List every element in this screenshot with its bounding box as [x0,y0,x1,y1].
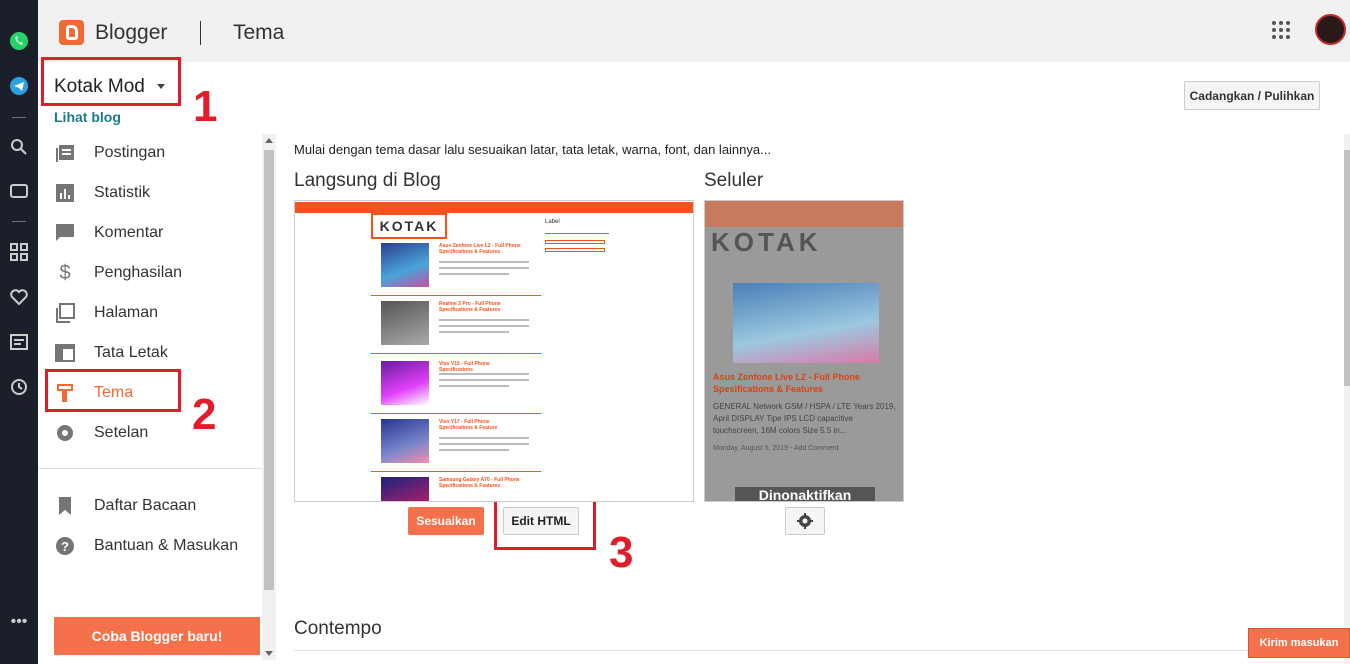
mobile-disabled-overlay: Dinonaktifkan [735,487,875,501]
sidebar-item-theme[interactable]: Tema [54,378,254,408]
preview-post-title: Realme 3 Pro - Full Phone Specifications… [439,301,501,313]
preview-post: Asus Zenfone Live L2 - Full Phone Specif… [371,243,541,299]
sidebar-item-label: Penghasilan [94,264,183,281]
sidebar-item-stats[interactable]: Statistik [54,178,254,208]
sidebar-item-label: Tata Letak [94,344,168,361]
mobile-preview-meta: Monday, August 5, 2019 - Add Comment [713,445,839,452]
preview-post: Vivo Y17 - Full Phone Specifications & F… [371,419,541,475]
blogger-logo-icon[interactable] [59,20,84,45]
search-icon[interactable] [8,136,30,158]
scroll-down-icon[interactable] [265,651,273,656]
theme-intro-text: Mulai dengan tema dasar lalu sesuaikan l… [294,142,771,157]
preview-sidebar: Label [545,219,609,273]
annotation-number-3: 3 [609,528,634,577]
bookmark-icon [54,495,76,517]
gear-icon [797,513,813,529]
browser-sidebar: ••• [0,0,38,664]
sidebar-item-label: Komentar [94,224,164,241]
preview-logo: KOTAK [371,213,447,239]
layout-icon [54,342,76,364]
preview-post: Samsung Galaxy A70 - Full Phone Specific… [371,477,541,501]
posts-icon [54,142,76,164]
sidebar-item-help[interactable]: ? Bantuan & Masukan [54,531,254,561]
mobile-preview-title: Asus Zenfone Live L2 - Full Phone Spesif… [713,372,861,394]
header-divider [200,21,201,45]
help-icon: ? [54,535,76,557]
try-new-blogger-button[interactable]: Coba Blogger baru! [54,617,260,655]
news-icon[interactable] [8,331,30,353]
preview-post-title: Vivo V15 - Full Phone Specifications [439,361,490,373]
mobile-theme-preview[interactable]: KOTAK Asus Zenfone Live L2 - Full Phone … [704,200,904,502]
sidebar-item-layout[interactable]: Tata Letak [54,338,254,368]
sidebar-scrollbar[interactable] [262,134,276,660]
preview-post-title: Samsung Galaxy A70 - Full Phone Specific… [439,477,520,489]
preview-header-bar [295,202,693,213]
sidebar-item-label: Setelan [94,424,149,441]
view-blog-link[interactable]: Lihat blog [54,109,121,125]
mobile-preview-header [705,201,903,227]
main-scrollbar[interactable] [1344,134,1350,664]
dollar-icon: $ [59,261,71,284]
theme-icon [54,382,76,404]
wallet-icon[interactable] [8,180,30,202]
sidebar-item-settings[interactable]: Setelan [54,418,254,448]
sidebar-item-label: Postingan [94,144,166,161]
pages-icon [54,302,76,324]
sidebar-item-label: Daftar Bacaan [94,497,197,514]
whatsapp-icon[interactable] [8,30,30,52]
mobile-preview-image [733,283,879,363]
brand-name[interactable]: Blogger [95,21,167,45]
rail-divider [12,221,26,222]
comment-icon [54,222,76,244]
annotation-box-1 [41,57,181,106]
sidebar-item-reading-list[interactable]: Daftar Bacaan [54,491,254,521]
sidebar-item-label: Tema [94,384,134,401]
sidebar-item-posts[interactable]: Postingan [54,138,254,168]
sidebar-divider [38,468,262,469]
rail-divider [12,117,26,118]
sidebar-item-label: Halaman [94,304,159,321]
scroll-up-icon[interactable] [265,138,273,143]
edit-html-button[interactable]: Edit HTML [503,507,579,535]
backup-restore-button[interactable]: Cadangkan / Pulihkan [1184,81,1320,110]
mobile-preview-excerpt: GENERAL Network GSM / HSPA / LTE Years 2… [713,402,896,435]
mobile-settings-button[interactable] [785,507,825,535]
live-theme-preview[interactable]: KOTAK Label Asus Zenfone Live L2 - Full … [294,200,694,502]
sidebar-item-label: Bantuan & Masukan [94,537,239,554]
avatar[interactable] [1315,14,1346,45]
sidebar-item-pages[interactable]: Halaman [54,298,254,328]
page-title: Tema [233,21,285,44]
contempo-heading: Contempo [294,618,382,639]
preview-post: Vivo V15 - Full Phone Specifications [371,361,541,417]
stats-icon [54,182,76,204]
gear-icon [54,422,76,444]
annotation-number-1: 1 [193,82,218,131]
telegram-icon[interactable] [8,75,30,97]
preview-sidebar-label: Label [545,219,560,225]
svg-text:?: ? [61,539,69,554]
mobile-preview-logo: KOTAK [711,227,822,257]
mobile-heading: Seluler [704,170,764,191]
heart-icon[interactable] [8,286,30,308]
apps-grid-icon[interactable] [1272,21,1290,39]
scrollbar-thumb[interactable] [1344,150,1350,386]
preview-post: Realme 3 Pro - Full Phone Specifications… [371,301,541,357]
customize-button[interactable]: Sesuaikan [408,507,484,535]
more-icon[interactable]: ••• [8,611,30,633]
scrollbar-thumb[interactable] [264,150,274,590]
send-feedback-button[interactable]: Kirim masukan [1248,628,1350,658]
preview-post-title: Asus Zenfone Live L2 - Full Phone Specif… [439,243,521,255]
history-icon[interactable] [8,376,30,398]
live-blog-heading: Langsung di Blog [294,170,441,191]
app-header: Blogger Tema [38,0,1350,62]
sidebar-item-comments[interactable]: Komentar [54,218,254,248]
sidebar-item-earnings[interactable]: $ Penghasilan [54,258,254,288]
section-divider [294,650,1334,651]
apps-icon[interactable] [8,241,30,263]
preview-post-title: Vivo Y17 - Full Phone Specifications & F… [439,419,498,431]
sidebar-item-label: Statistik [94,184,151,201]
